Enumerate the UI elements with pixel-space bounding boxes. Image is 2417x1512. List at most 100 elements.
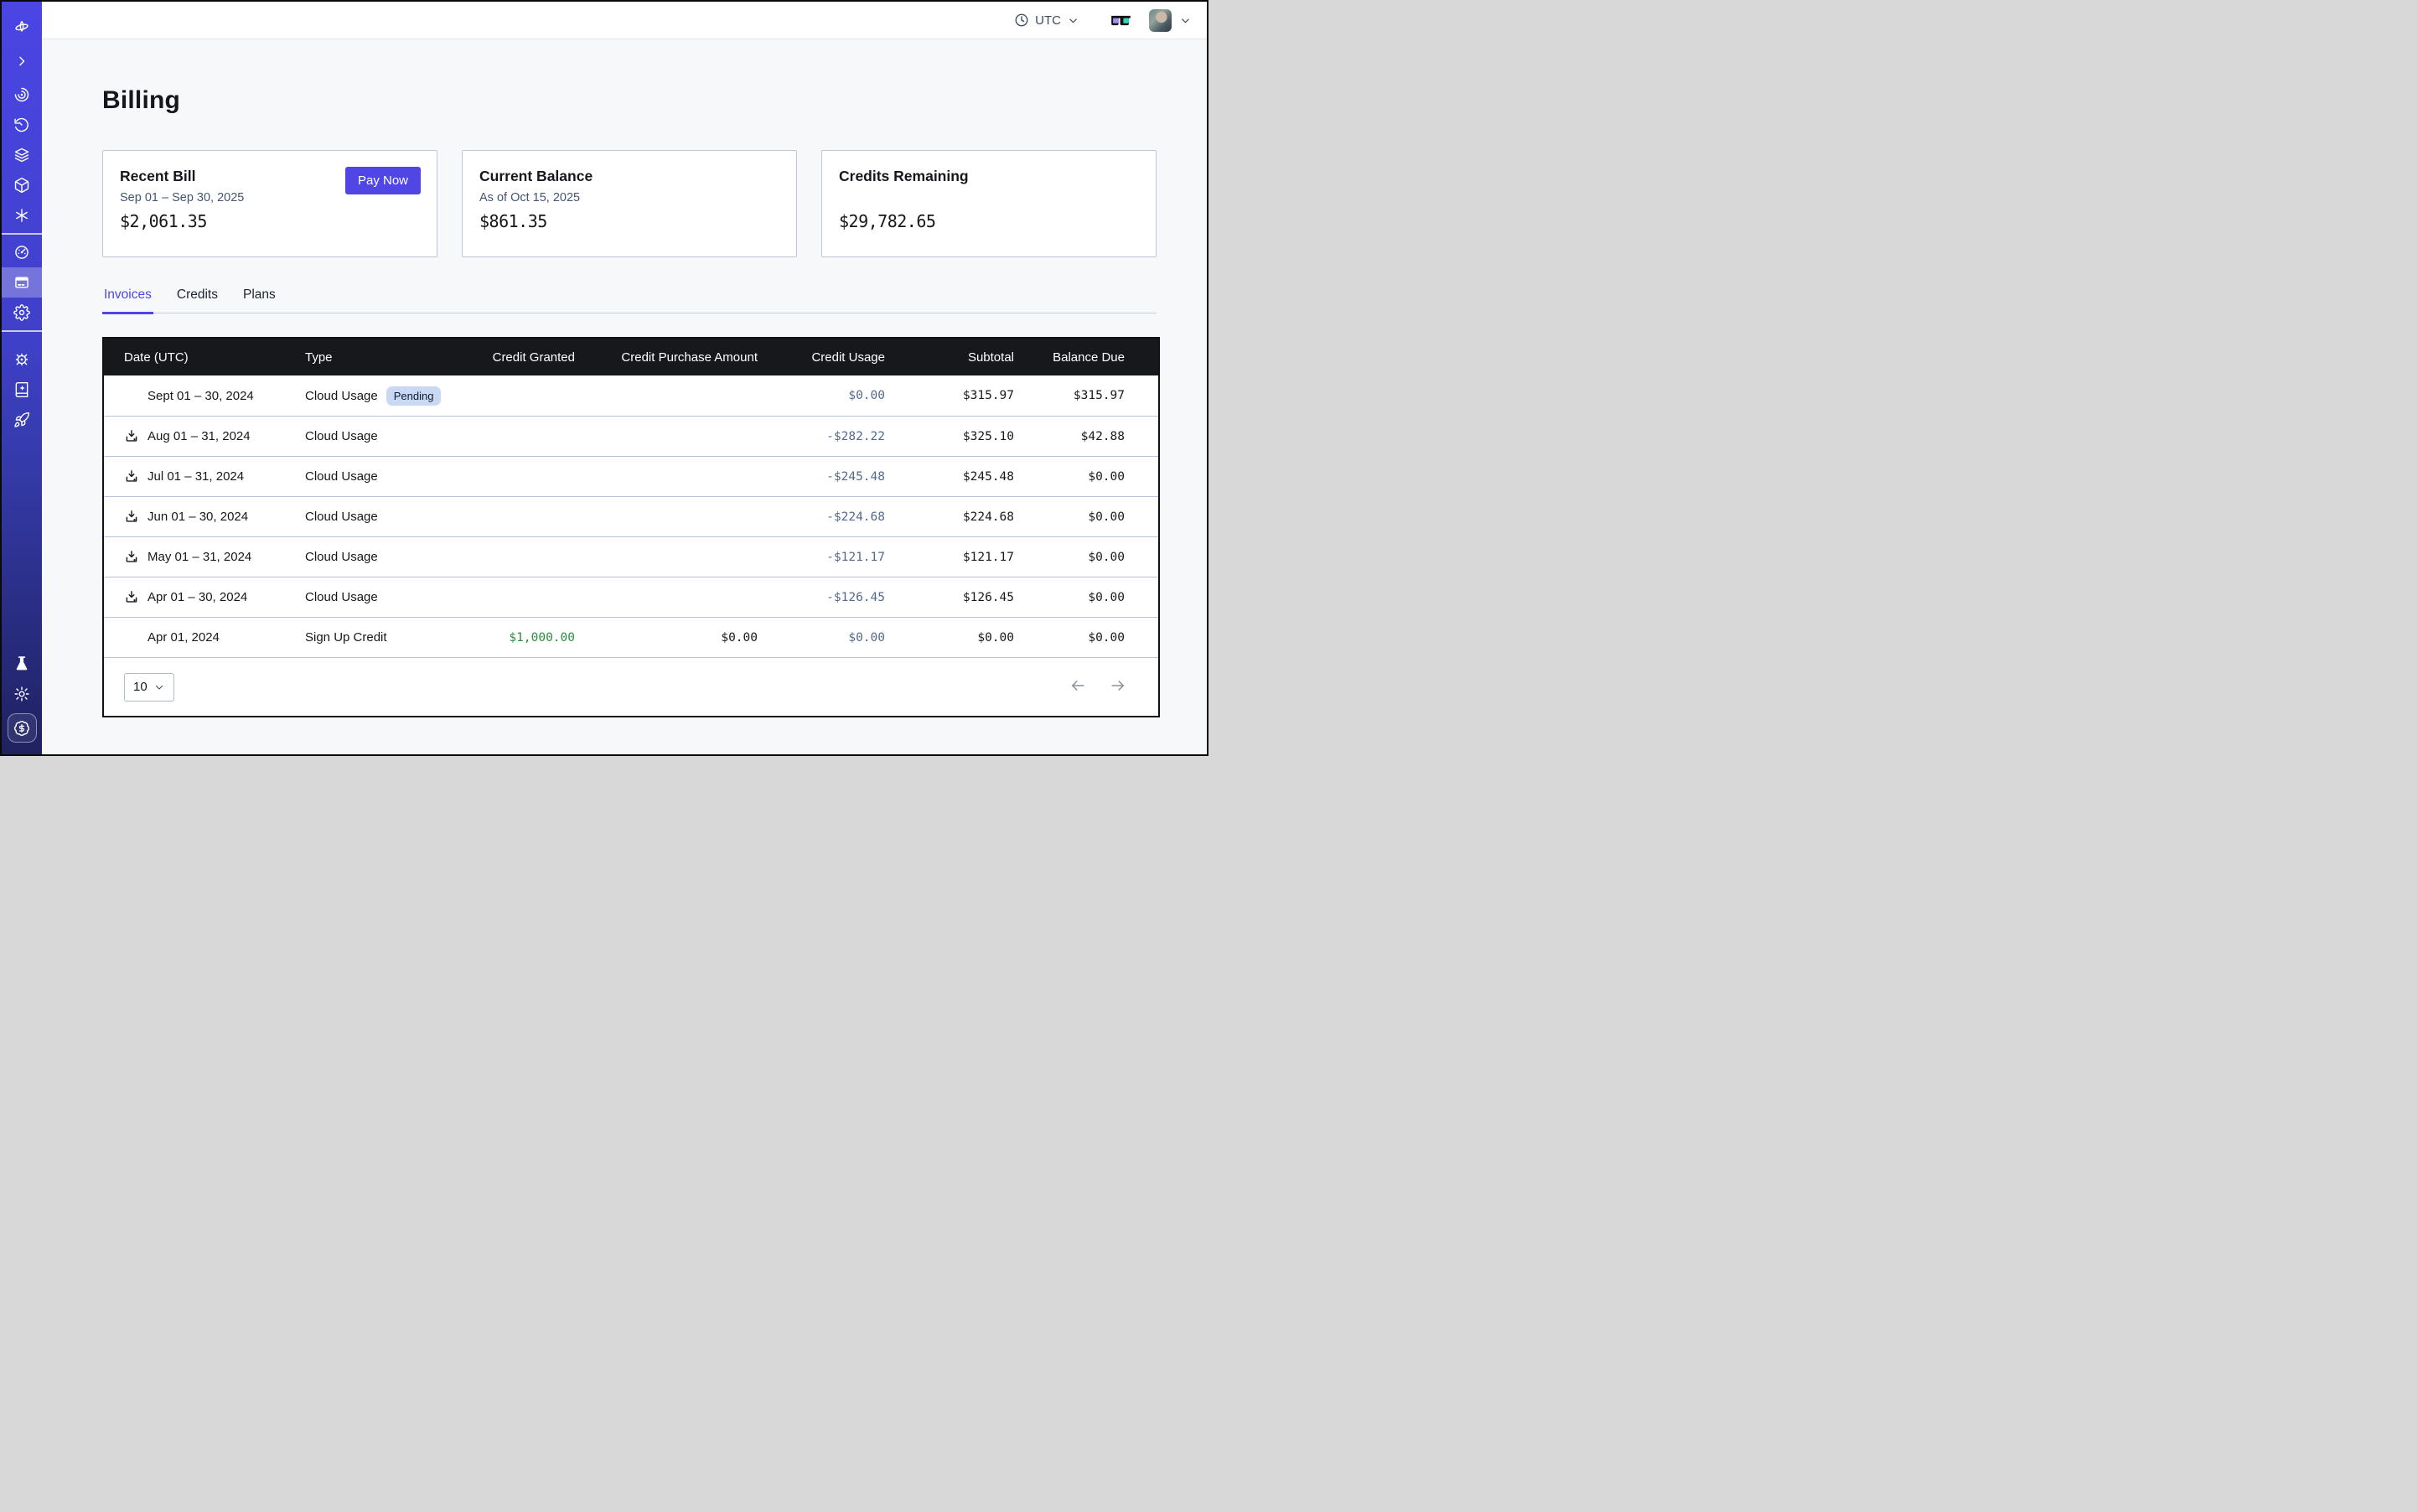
invoice-table-body: Sept 01 – 30, 2024 Cloud Usage Pending $0.0… [104, 375, 1158, 657]
sidebar-item-helm[interactable] [2, 344, 42, 375]
3d-glasses-icon[interactable] [1110, 13, 1132, 28]
table-row: Jun 01 – 30, 2024Cloud Usage-$224.68$224… [104, 496, 1158, 536]
arrow-right-icon [1110, 677, 1126, 694]
sidebar-divider [2, 233, 42, 235]
user-menu[interactable] [1149, 9, 1192, 32]
timezone-label: UTC [1035, 13, 1061, 28]
invoice-date: Apr 01, 2024 [148, 630, 220, 645]
credits-remaining-card: Credits Remaining $29,782.65 [821, 150, 1157, 257]
table-row: Apr 01 – 30, 2024Cloud Usage-$126.45$126… [104, 577, 1158, 617]
sidebar-item-usage[interactable] [2, 237, 42, 267]
main-area: UTC Billing Recent Bill Sep [42, 2, 1207, 754]
card-title: Credits Remaining [839, 168, 1139, 185]
credit-purchase-value: $0.00 [575, 631, 758, 645]
balance-due-value: $0.00 [1014, 591, 1158, 604]
col-date: Date (UTC) [104, 350, 305, 365]
balance-due-value: $0.00 [1014, 510, 1158, 524]
credit-usage-value: -$245.48 [758, 470, 885, 484]
page-size-select[interactable]: 10 [124, 673, 174, 702]
billing-tabs: Invoices Credits Plans [102, 281, 1157, 313]
credit-usage-value: -$126.45 [758, 591, 885, 604]
download-invoice-button[interactable] [124, 550, 139, 565]
clock-icon [1014, 13, 1029, 28]
recent-bill-amount: $2,061.35 [120, 211, 420, 231]
invoice-date: Apr 01 – 30, 2024 [148, 590, 247, 604]
subtotal-value: $121.17 [885, 551, 1014, 564]
next-page-button[interactable] [1108, 676, 1128, 698]
sidebar-item-labs[interactable] [2, 649, 42, 679]
sidebar-item-history[interactable] [2, 110, 42, 140]
topbar: UTC [42, 2, 1207, 39]
tab-plans[interactable]: Plans [241, 281, 277, 314]
balance-due-value: $0.00 [1014, 470, 1158, 484]
download-icon [124, 550, 139, 565]
credit-usage-value: -$121.17 [758, 551, 885, 564]
invoice-type: Sign Up Credit [305, 630, 387, 645]
invoice-type: Cloud Usage [305, 510, 378, 524]
download-invoice-button[interactable] [124, 510, 139, 525]
tab-credits[interactable]: Credits [175, 281, 220, 314]
card-title: Current Balance [479, 168, 779, 185]
invoice-type: Cloud Usage [305, 590, 378, 604]
card-subtitle: As of Oct 15, 2025 [479, 191, 779, 205]
download-icon [124, 510, 139, 525]
invoice-date: Sept 01 – 30, 2024 [148, 389, 254, 403]
chevron-down-icon [1067, 14, 1079, 27]
cube-icon [13, 177, 30, 194]
download-invoice-button[interactable] [124, 429, 139, 444]
invoice-type: Cloud Usage [305, 469, 378, 484]
sidebar-divider [2, 330, 42, 332]
pay-now-button[interactable]: Pay Now [345, 167, 421, 194]
sidebar-item-asterisk[interactable] [2, 200, 42, 230]
subtotal-value: $0.00 [885, 631, 1014, 645]
helm-wheel-icon [13, 351, 30, 368]
timezone-selector[interactable]: UTC [1014, 13, 1079, 28]
table-row: Sept 01 – 30, 2024Cloud UsagePending$0.0… [104, 375, 1158, 416]
col-type: Type [305, 350, 488, 365]
download-invoice-button[interactable] [124, 469, 139, 484]
credit-usage-value: -$224.68 [758, 510, 885, 524]
download-icon [124, 590, 139, 605]
page-title: Billing [102, 86, 1200, 115]
current-balance-card: Current Balance As of Oct 15, 2025 $861.… [462, 150, 797, 257]
sidebar-item-getting-started[interactable] [2, 405, 42, 435]
credits-remaining-amount: $29,782.65 [839, 211, 1139, 231]
sidebar-item-theme[interactable] [2, 679, 42, 709]
sidebar-item-layers[interactable] [2, 140, 42, 170]
status-badge: Pending [386, 386, 442, 406]
balance-due-value: $0.00 [1014, 631, 1158, 645]
sidebar-item-observe[interactable] [2, 80, 42, 110]
subtotal-value: $224.68 [885, 510, 1014, 524]
sidebar-item-logo[interactable] [2, 13, 42, 43]
table-row: Aug 01 – 31, 2024Cloud Usage-$282.22$325… [104, 416, 1158, 456]
invoice-date: Jul 01 – 31, 2024 [148, 469, 244, 484]
sidebar-collapse-toggle[interactable] [2, 46, 42, 76]
sidebar-item-cube[interactable] [2, 170, 42, 200]
download-invoice-button[interactable] [124, 590, 139, 605]
tab-invoices[interactable]: Invoices [102, 281, 153, 314]
sidebar-item-credits[interactable] [8, 713, 37, 743]
download-slot-empty [124, 388, 139, 403]
content: Billing Recent Bill Sep 01 – Sep 30, 202… [42, 39, 1200, 717]
orbit-logo-icon [13, 19, 30, 36]
arrow-left-icon [1069, 677, 1086, 694]
sidebar-item-settings[interactable] [2, 298, 42, 328]
download-icon [124, 429, 139, 444]
subtotal-value: $325.10 [885, 430, 1014, 443]
prev-page-button[interactable] [1068, 676, 1088, 698]
rocket-icon [13, 412, 30, 428]
table-footer: 10 [104, 657, 1158, 716]
invoice-date: Aug 01 – 31, 2024 [148, 429, 251, 443]
col-credit-purchase: Credit Purchase Amount [575, 350, 758, 365]
credit-usage-value: -$282.22 [758, 430, 885, 443]
sidebar-item-docs[interactable] [2, 375, 42, 405]
balance-due-value: $0.00 [1014, 551, 1158, 564]
gear-icon [13, 304, 30, 321]
invoice-type: Cloud Usage [305, 389, 378, 403]
sun-icon [13, 686, 30, 702]
invoices-table: Date (UTC) Type Credit Granted Credit Pu… [102, 337, 1160, 717]
sidebar-item-billing[interactable] [2, 267, 42, 298]
chevron-down-icon [1179, 14, 1192, 27]
balance-due-value: $315.97 [1014, 389, 1158, 402]
credit-usage-value: $0.00 [758, 631, 885, 645]
